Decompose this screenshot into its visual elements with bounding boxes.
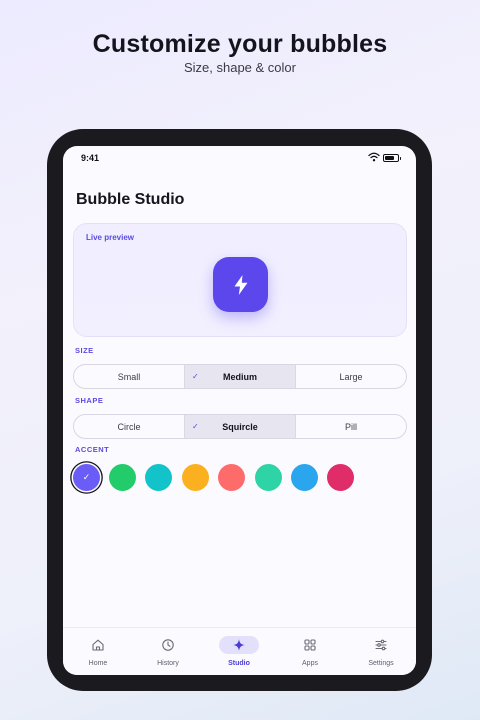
tab-label: Settings [368,660,394,667]
accent-section-label: ACCENT [75,445,110,454]
lightning-bolt-icon [234,274,247,295]
bottom-tab-bar: Home History Studio Apps Settings [63,627,416,675]
shape-option-circle[interactable]: Circle [74,415,184,438]
promo-subhead: Size, shape & color [183,60,296,75]
preview-bubble[interactable] [213,257,268,312]
tab-label: Home [88,660,108,667]
accent-swatch[interactable] [182,464,209,491]
tab-settings[interactable]: Settings [346,628,416,675]
size-option-large[interactable]: Large [295,365,406,388]
check-icon: ✓ [192,422,199,431]
page-title: Bubble Studio [76,191,185,208]
shape-section-label: SHAPE [75,396,104,405]
home-icon [92,639,104,651]
live-preview-label: Live preview [86,233,135,242]
check-icon: ✓ [82,472,91,482]
promo-headline: Customize your bubbles [92,30,388,58]
live-preview-card: Live preview [73,223,407,337]
tab-label: Apps [302,660,318,667]
tab-studio[interactable]: Studio [204,628,274,675]
tablet-frame: 9:41 Bubble Studio Live preview SIZE Sma… [47,129,432,691]
wifi-icon [368,152,380,162]
shape-option-squircle[interactable]: ✓ Squircle [184,415,295,438]
size-option-label: Medium [222,371,257,382]
tab-label: Studio [228,660,250,667]
shape-option-label: Squircle [222,421,258,432]
clock-icon [162,639,174,651]
sliders-icon [375,639,387,651]
size-option-label: Large [339,371,363,382]
status-time: 9:41 [81,153,100,163]
shape-segmented-control: Circle ✓ Squircle Pill [73,414,407,439]
tab-home[interactable]: Home [63,628,133,675]
tab-label: History [157,660,179,667]
size-option-medium[interactable]: ✓ Medium [184,365,295,388]
tab-history[interactable]: History [133,628,203,675]
size-option-small[interactable]: Small [74,365,184,388]
shape-option-pill[interactable]: Pill [295,415,406,438]
accent-swatch[interactable] [291,464,318,491]
size-option-label: Small [117,371,141,382]
accent-swatch[interactable] [109,464,136,491]
sparkle-icon [233,639,245,651]
status-bar: 9:41 [63,146,416,168]
size-section-label: SIZE [75,346,94,355]
accent-swatch[interactable]: ✓ [73,464,100,491]
app-screen: 9:41 Bubble Studio Live preview SIZE Sma… [63,146,416,675]
shape-option-label: Pill [344,421,357,432]
accent-swatch[interactable] [218,464,245,491]
accent-swatch[interactable] [255,464,282,491]
accent-swatch[interactable] [145,464,172,491]
tab-apps[interactable]: Apps [275,628,345,675]
battery-icon [383,154,401,162]
check-icon: ✓ [192,372,199,381]
accent-swatch[interactable] [327,464,354,491]
size-segmented-control: Small ✓ Medium Large [73,364,407,389]
shape-option-label: Circle [117,421,141,432]
grid-icon [304,639,316,651]
